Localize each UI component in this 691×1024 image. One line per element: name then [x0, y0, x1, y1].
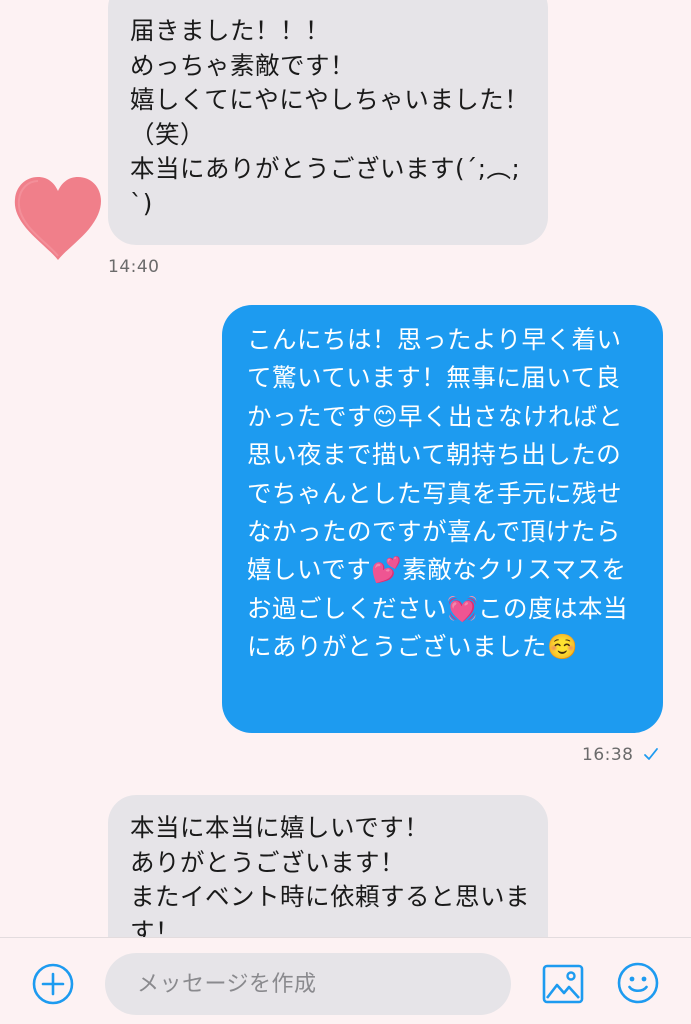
read-check-icon	[644, 748, 658, 760]
plus-circle-icon[interactable]	[31, 962, 75, 1006]
incoming-message-bubble[interactable]: 本当に本当に嬉しいです！ ありがとうございます！ またイベント時に依頼すると思い…	[108, 795, 548, 937]
message-timestamp: 14:40	[108, 257, 160, 277]
conversation-thread[interactable]: 届きました！！！ めっちゃ素敵です！ 嬉しくてにやにやしちゃいました！（笑） 本…	[0, 0, 691, 937]
heart-sticker	[14, 177, 101, 260]
image-icon[interactable]	[542, 964, 584, 1004]
incoming-message-bubble[interactable]: 届きました！！！ めっちゃ素敵です！ 嬉しくてにやにやしちゃいました！（笑） 本…	[108, 0, 548, 245]
message-composer	[0, 937, 691, 1024]
smiley-icon[interactable]	[616, 961, 660, 1005]
message-input[interactable]	[105, 953, 511, 1015]
outgoing-message-bubble[interactable]: こんにちは！思ったより早く着いて驚いています！無事に届いて良かったです😊早く出さ…	[222, 305, 663, 733]
message-timestamp: 16:38	[582, 745, 634, 765]
